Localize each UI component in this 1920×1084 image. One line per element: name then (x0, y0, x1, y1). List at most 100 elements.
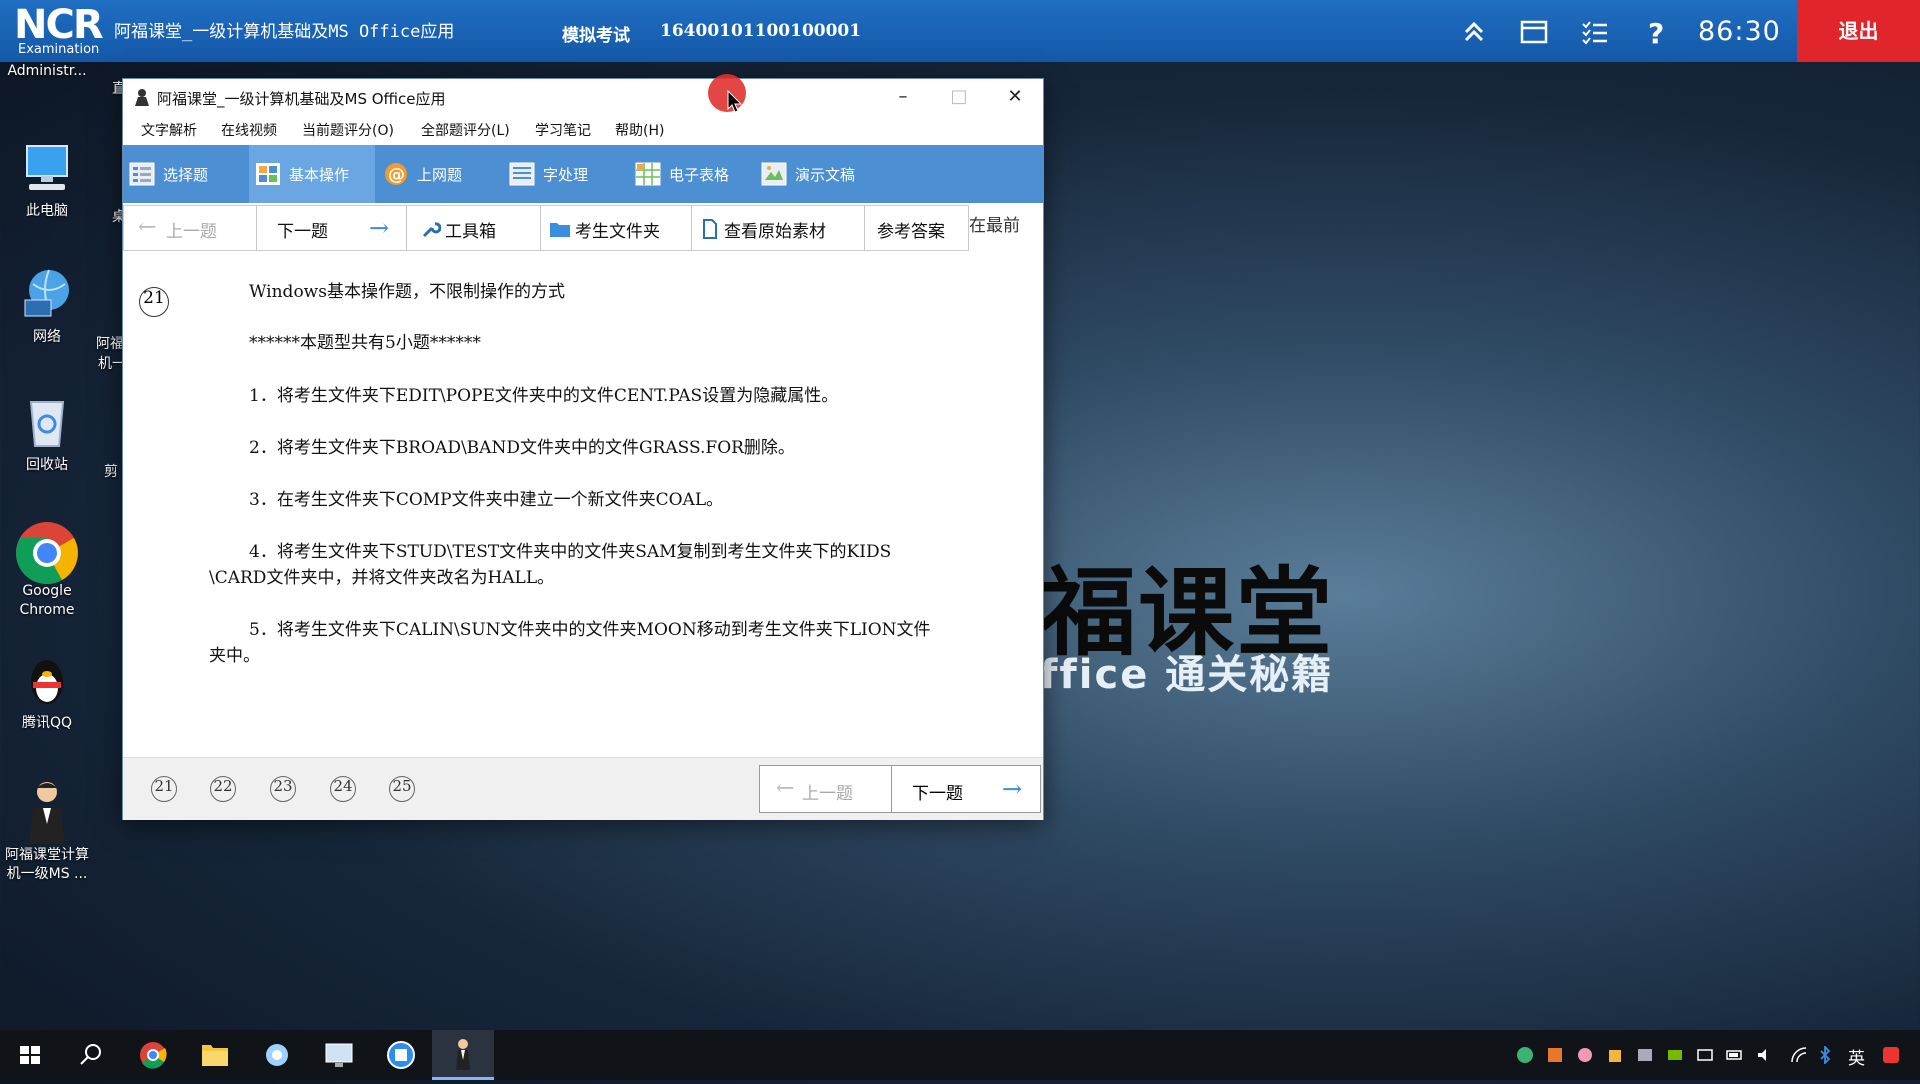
tab-presentation[interactable]: 演示文稿 (755, 145, 879, 203)
menu-score-all[interactable]: 全部题评分(L) (421, 120, 510, 140)
question-line: 5．将考生文件夹下CALIN\SUN文件夹中的文件夹MOON移动到考生文件夹下L… (249, 620, 931, 640)
close-button[interactable]: ✕ (987, 79, 1043, 115)
tray-sogou-icon[interactable] (1882, 1046, 1900, 1064)
taskbar-app-monitor[interactable] (308, 1030, 370, 1080)
view-material-button[interactable]: 查看原始素材 (691, 205, 865, 251)
tray-green-icon[interactable] (1516, 1046, 1534, 1064)
tray-display-icon[interactable] (1636, 1046, 1654, 1064)
question-number: 21 (139, 287, 169, 317)
menu-score-current[interactable]: 当前题评分(O) (302, 120, 394, 140)
computer-icon (19, 140, 75, 196)
wrench-icon (421, 219, 442, 244)
exam-id: 16400101100100001 (660, 21, 862, 41)
exam-mode: 模拟考试 (562, 26, 630, 46)
page-button[interactable]: 24 (330, 776, 356, 802)
menu-help[interactable]: 帮助(H) (615, 120, 664, 140)
arrow-left-icon: ← (138, 215, 157, 240)
battery-icon[interactable] (1726, 1046, 1744, 1064)
desktop-icon-label: 此电脑 (26, 203, 68, 219)
taskbar-afu-app[interactable] (432, 1030, 494, 1080)
tab-label: 选择题 (163, 166, 209, 184)
exit-button[interactable]: 退出 (1797, 0, 1920, 62)
svg-text:@: @ (388, 165, 405, 185)
desktop-icon-label: 回收站 (26, 457, 68, 473)
desktop-icon-this-pc[interactable]: 此电脑 (0, 140, 94, 221)
prev-question-button[interactable]: ← 上一题 (123, 205, 257, 251)
menu-text-analysis[interactable]: 文字解析 (141, 120, 197, 140)
minimize-button[interactable]: – (875, 79, 931, 115)
folder-icon (549, 219, 571, 244)
bottom-next-button[interactable]: 下一题 → (891, 765, 1041, 813)
tray-orange-icon[interactable] (1546, 1046, 1564, 1064)
svg-text:?: ? (1648, 18, 1664, 46)
desktop-icon-label: 腾讯QQ (21, 715, 73, 731)
desktop-icon-chrome[interactable]: Google Chrome (0, 520, 94, 620)
countdown-timer: 86:30 (1698, 16, 1781, 47)
windows-grid-icon (255, 162, 281, 186)
volume-icon[interactable] (1756, 1046, 1774, 1064)
list-icon[interactable] (1580, 18, 1610, 46)
page-button[interactable]: 25 (389, 776, 415, 802)
prev-label: 上一题 (166, 222, 217, 242)
tray-nvidia-icon[interactable] (1666, 1046, 1684, 1064)
tray-flower-icon[interactable] (1576, 1046, 1594, 1064)
desktop-icon-recycle-bin[interactable]: 回收站 (0, 394, 94, 475)
window-icon[interactable] (1519, 18, 1549, 46)
desktop-icon-afu[interactable]: 阿福课堂计算机一级MS ... (0, 778, 94, 884)
tab-internet[interactable]: @ 上网题 (377, 145, 501, 203)
window-titlebar[interactable]: 阿福课堂_一级计算机基础及MS Office应用 – □ ✕ (123, 79, 1043, 115)
desktop-icon-label: 网络 (33, 329, 61, 345)
always-on-top-toggle[interactable]: 在最前 (969, 211, 1020, 236)
desktop-icon-network[interactable]: 网络 (0, 266, 94, 347)
tray-app-icon[interactable] (1606, 1046, 1624, 1064)
exam-top-bar: NCR Examination 阿福课堂_一级计算机基础及MS Office应用… (0, 0, 1920, 62)
at-sign-icon: @ (383, 162, 409, 186)
toolbox-label: 工具箱 (445, 222, 496, 242)
tab-word-processing[interactable]: 字处理 (503, 145, 627, 203)
desktop-icon-qq[interactable]: 腾讯QQ (0, 652, 94, 733)
tab-label: 字处理 (543, 166, 589, 184)
desktop-icon-administrator[interactable]: Administr... (0, 62, 94, 81)
taskbar-file-explorer[interactable] (184, 1030, 246, 1080)
bottom-next-label: 下一题 (912, 784, 963, 804)
window-title: 阿福课堂_一级计算机基础及MS Office应用 (157, 90, 446, 108)
menu-study-notes[interactable]: 学习笔记 (535, 120, 591, 140)
wallpaper-subtitle: ffice 通关秘籍 (1040, 652, 1334, 698)
search-button[interactable] (60, 1030, 122, 1080)
toolbox-button[interactable]: 工具箱 (406, 205, 541, 251)
student-folder-button[interactable]: 考生文件夹 (540, 205, 692, 251)
next-question-button[interactable]: 下一题 → (256, 205, 407, 251)
page-button[interactable]: 22 (210, 776, 236, 802)
collapse-up-icon[interactable] (1459, 18, 1489, 46)
recycle-bin-icon (19, 394, 75, 450)
tab-spreadsheet[interactable]: 电子表格 (629, 145, 753, 203)
bluetooth-icon[interactable] (1816, 1044, 1834, 1066)
teacher-avatar-icon (19, 778, 75, 844)
wifi-icon[interactable] (1790, 1046, 1808, 1064)
page-button[interactable]: 23 (270, 776, 296, 802)
question-line: 2．将考生文件夹下BROAD\BAND文件夹中的文件GRASS.FOR删除。 (249, 438, 795, 458)
question-line: \CARD文件夹中，并将文件夹改名为HALL。 (209, 568, 555, 588)
desktop-icon-label: Administr... (7, 63, 87, 79)
input-language-indicator[interactable]: 英 (1848, 1044, 1865, 1069)
help-icon[interactable]: ? (1642, 17, 1672, 50)
tab-choice[interactable]: 选择题 (123, 145, 247, 203)
tray-window-icon[interactable] (1696, 1046, 1714, 1064)
maximize-button[interactable]: □ (931, 79, 987, 115)
page-button[interactable]: 21 (151, 776, 177, 802)
question-line: 1．将考生文件夹下EDIT\POPE文件夹中的文件CENT.PAS设置为隐藏属性… (249, 386, 839, 406)
menu-online-video[interactable]: 在线视频 (221, 120, 277, 140)
exam-app-title: 阿福课堂_一级计算机基础及MS Office应用 (114, 22, 455, 42)
taskbar-chrome[interactable] (122, 1030, 184, 1080)
tab-label: 电子表格 (669, 166, 730, 184)
taskbar-app-browser[interactable] (370, 1030, 432, 1080)
spreadsheet-icon (635, 162, 661, 186)
reference-answer-button[interactable]: 参考答案 (864, 205, 969, 251)
taskbar-app-flower[interactable] (246, 1030, 308, 1080)
view-material-label: 查看原始素材 (724, 222, 826, 242)
question-line: ******本题型共有5小题****** (249, 333, 481, 353)
bottom-prev-button[interactable]: ← 上一题 (759, 765, 892, 813)
start-button[interactable] (0, 1030, 62, 1080)
tool-row: ← 上一题 下一题 → 工具箱 考生文件夹 查看原始素材 参考答案 (123, 203, 1043, 253)
tab-basic-operation[interactable]: 基本操作 (249, 145, 375, 203)
